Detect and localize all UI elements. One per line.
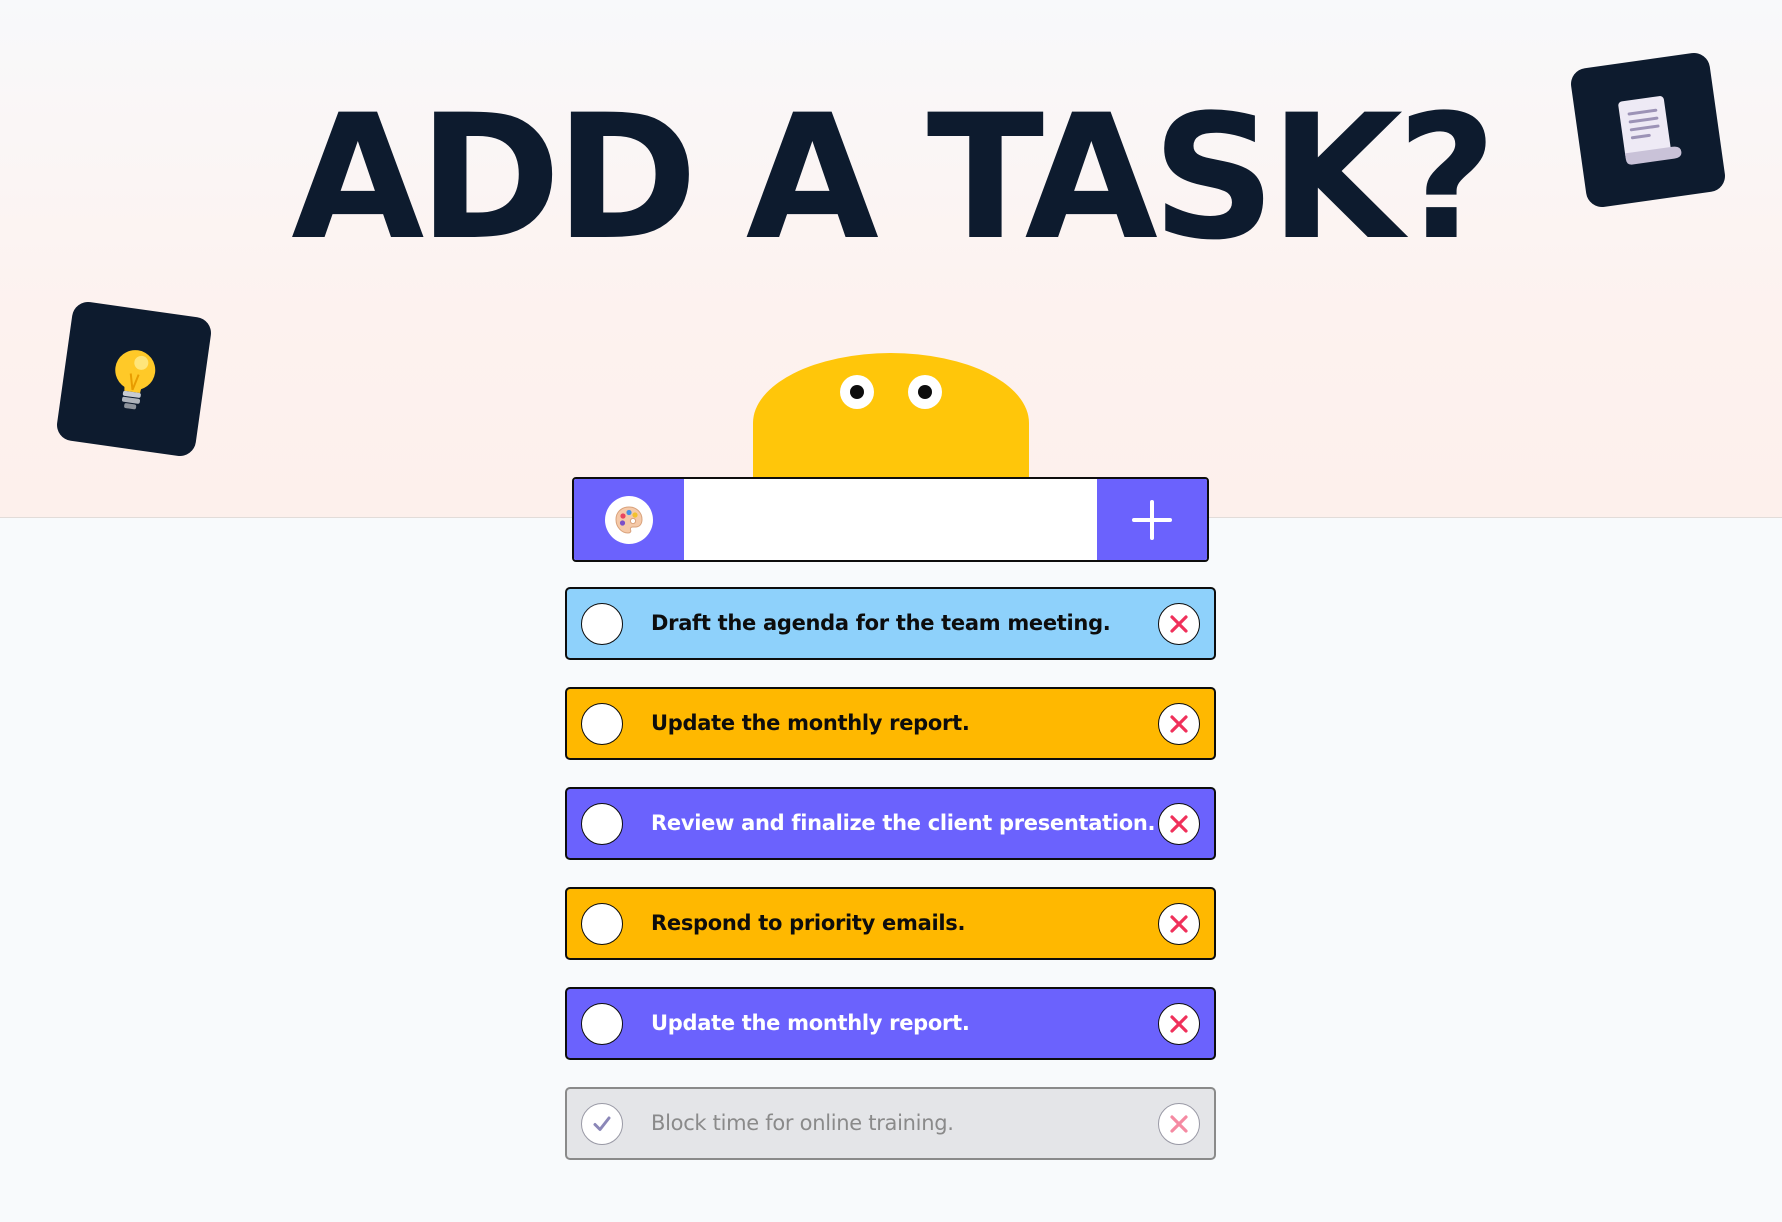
mascot-eye-left xyxy=(840,375,874,409)
close-icon xyxy=(1170,1015,1188,1033)
delete-task-button[interactable] xyxy=(1158,903,1200,945)
checkmark-icon xyxy=(593,1116,611,1131)
task-item: Draft the agenda for the team meeting. xyxy=(565,587,1216,660)
close-icon xyxy=(1170,715,1188,733)
task-item: Update the monthly report. xyxy=(565,987,1216,1060)
task-label: Update the monthly report. xyxy=(651,711,970,735)
palette-icon xyxy=(615,505,643,534)
delete-task-button[interactable] xyxy=(1158,1103,1200,1145)
delete-task-button[interactable] xyxy=(1158,703,1200,745)
close-icon xyxy=(1170,815,1188,833)
plus-icon xyxy=(1132,499,1172,540)
scroll-note-icon xyxy=(1618,96,1682,165)
task-checkbox[interactable] xyxy=(581,1003,623,1045)
color-picker-button[interactable] xyxy=(574,479,684,560)
task-item: Review and finalize the client presentat… xyxy=(565,787,1216,860)
task-checkbox[interactable] xyxy=(581,903,623,945)
delete-task-button[interactable] xyxy=(1158,603,1200,645)
light-bulb-icon xyxy=(115,350,156,410)
task-item-completed: Block time for online training. xyxy=(565,1087,1216,1160)
task-label: Draft the agenda for the team meeting. xyxy=(651,611,1111,635)
delete-task-button[interactable] xyxy=(1158,803,1200,845)
page: ADD A TASK? Draft the agenda for the tea… xyxy=(0,0,1782,1222)
delete-task-button[interactable] xyxy=(1158,1003,1200,1045)
task-checkbox[interactable] xyxy=(581,603,623,645)
task-input-bar xyxy=(572,477,1209,562)
task-label: Block time for online training. xyxy=(651,1111,954,1135)
bulb-tile xyxy=(54,299,214,459)
close-icon xyxy=(1170,915,1188,933)
task-label: Respond to priority emails. xyxy=(651,911,966,935)
task-label: Review and finalize the client presentat… xyxy=(651,811,1156,835)
task-checkbox[interactable] xyxy=(581,803,623,845)
close-icon xyxy=(1170,1115,1188,1133)
close-icon xyxy=(1170,615,1188,633)
task-checkbox-checked[interactable] xyxy=(581,1103,623,1145)
mascot-eye-right xyxy=(908,375,942,409)
task-checkbox[interactable] xyxy=(581,703,623,745)
task-list: Draft the agenda for the team meeting. U… xyxy=(565,587,1216,1187)
page-title: ADD A TASK? xyxy=(291,77,1497,278)
task-item: Update the monthly report. xyxy=(565,687,1216,760)
add-task-button[interactable] xyxy=(1097,479,1207,560)
task-item: Respond to priority emails. xyxy=(565,887,1216,960)
mascot xyxy=(753,353,1029,481)
task-label: Update the monthly report. xyxy=(651,1011,970,1035)
task-input[interactable] xyxy=(684,479,1097,560)
note-tile xyxy=(1568,50,1728,210)
